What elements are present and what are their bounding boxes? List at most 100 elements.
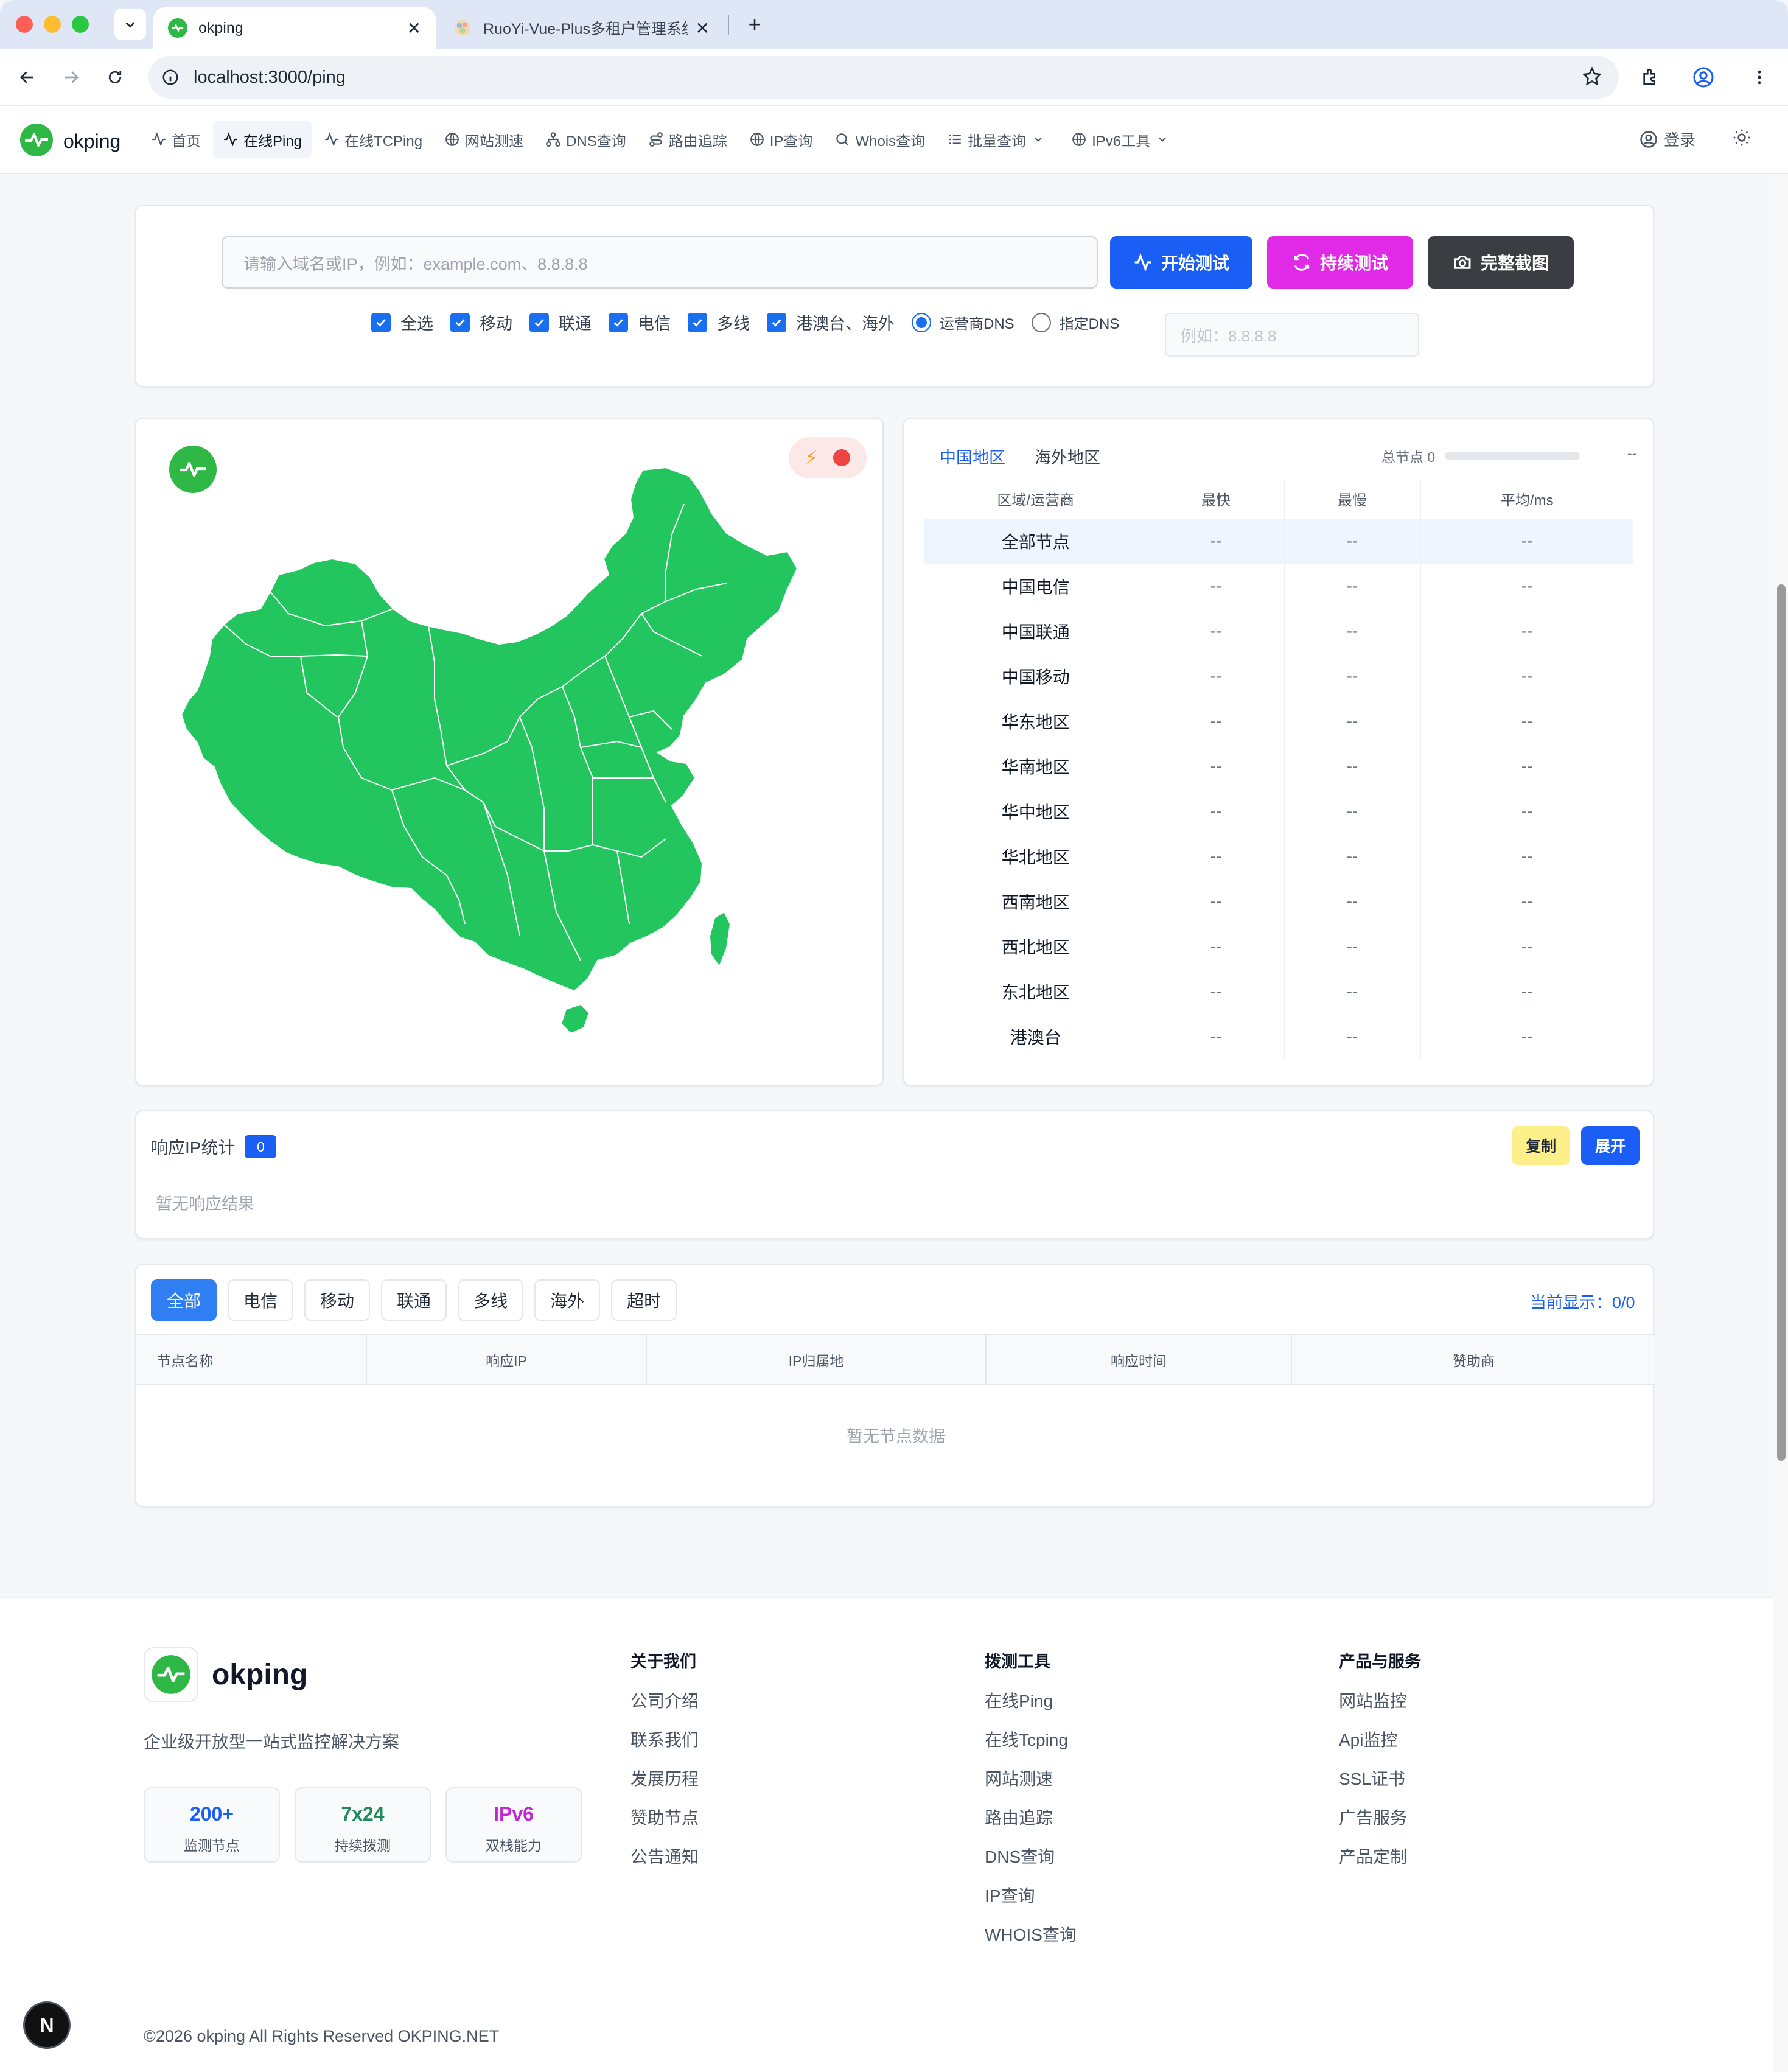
response-ip-title: 响应IP统计 0: [151, 1135, 277, 1159]
filter-timeout[interactable]: 超时: [611, 1279, 677, 1321]
filter-all[interactable]: 全部: [151, 1279, 217, 1321]
new-tab-button[interactable]: +: [739, 9, 770, 40]
footer-link[interactable]: 联系我们: [630, 1728, 699, 1767]
filter-multiline[interactable]: 多线: [458, 1279, 524, 1321]
latency-cell: --: [1284, 969, 1421, 1014]
footer-link[interactable]: 发展历程: [630, 1767, 699, 1806]
reload-button[interactable]: [100, 62, 130, 93]
option-multiline[interactable]: 多线: [688, 310, 750, 334]
browser-menu-button[interactable]: [1744, 62, 1775, 93]
option-telecom[interactable]: 电信: [609, 310, 671, 334]
nav-home[interactable]: 首页: [141, 121, 211, 158]
footer-link[interactable]: 公司介绍: [630, 1689, 699, 1728]
nextjs-dev-badge[interactable]: N: [23, 2001, 71, 2049]
close-tab-icon[interactable]: ✕: [407, 18, 421, 38]
filter-telecom[interactable]: 电信: [228, 1279, 294, 1321]
footer-link[interactable]: 在线Tcping: [985, 1728, 1077, 1767]
latency-cell: --: [1521, 621, 1533, 640]
check-icon: [371, 312, 391, 332]
stat-ipv6: IPv6 双栈能力: [445, 1787, 582, 1863]
tab-search-button[interactable]: [114, 9, 146, 40]
filter-overseas[interactable]: 海外: [534, 1279, 601, 1321]
theme-toggle-button[interactable]: [1732, 128, 1751, 150]
start-test-button[interactable]: 开始测试: [1110, 236, 1252, 289]
region-row: 华北地区 -- -- --: [924, 834, 1633, 879]
latency-cell: --: [1148, 654, 1285, 699]
footer-brand[interactable]: okping: [144, 1647, 307, 1702]
close-window-button[interactable]: [16, 16, 33, 33]
total-value: --: [1627, 446, 1637, 461]
expand-button[interactable]: 展开: [1581, 1126, 1640, 1165]
nav-dns[interactable]: DNS查询: [536, 121, 636, 158]
globe-icon: [750, 133, 764, 146]
latency-cell: --: [1521, 892, 1533, 911]
brand-link[interactable]: okping: [19, 123, 120, 160]
profile-button[interactable]: [1688, 62, 1719, 93]
screenshot-button[interactable]: 完整截图: [1428, 236, 1574, 289]
bookmark-star-icon[interactable]: [1581, 66, 1603, 91]
forward-button[interactable]: [56, 62, 86, 93]
option-mobile[interactable]: 移动: [450, 310, 512, 334]
footer-link[interactable]: 广告服务: [1339, 1806, 1421, 1845]
footer-link[interactable]: SSL证书: [1339, 1767, 1421, 1806]
region-name-cell: 华北地区: [924, 834, 1148, 879]
footer-link[interactable]: WHOIS查询: [985, 1923, 1077, 1962]
footer-link[interactable]: DNS查询: [985, 1845, 1077, 1884]
filter-mobile[interactable]: 移动: [304, 1279, 371, 1321]
footer-link[interactable]: 在线Ping: [985, 1689, 1077, 1728]
region-row: 东北地区 -- -- --: [924, 969, 1633, 1014]
nav-tcping[interactable]: 在线TCPing: [314, 121, 432, 158]
footer-link[interactable]: Api监控: [1339, 1728, 1421, 1767]
footer-link[interactable]: IP查询: [985, 1884, 1077, 1923]
nav-speedtest[interactable]: 网站测速: [435, 121, 533, 158]
sun-icon: [1733, 129, 1750, 146]
user-circle-icon: [1640, 130, 1657, 148]
option-select-all[interactable]: 全选: [371, 310, 433, 334]
latency-cell: --: [1284, 789, 1421, 834]
nav-batch[interactable]: 批量查询: [937, 121, 1059, 158]
close-tab-icon[interactable]: ✕: [696, 18, 710, 38]
footer-link[interactable]: 产品定制: [1339, 1845, 1421, 1884]
nav-whois[interactable]: Whois查询: [825, 121, 935, 158]
continuous-test-button[interactable]: 持续测试: [1267, 236, 1413, 289]
latency-cell: --: [1148, 834, 1285, 879]
option-unicom[interactable]: 联通: [529, 310, 592, 334]
tab-china[interactable]: 中国地区: [940, 444, 1005, 468]
nav-ping[interactable]: 在线Ping: [213, 121, 312, 158]
login-link[interactable]: 登录: [1640, 128, 1695, 150]
footer-link[interactable]: 赞助节点: [630, 1806, 699, 1845]
copy-button[interactable]: 复制: [1512, 1126, 1570, 1165]
tab-overseas[interactable]: 海外地区: [1035, 444, 1100, 468]
region-name-cell: 东北地区: [924, 969, 1148, 1014]
footer-link[interactable]: 网站测速: [985, 1767, 1077, 1806]
check-icon: [767, 312, 786, 332]
region-name-cell: 西南地区: [924, 879, 1148, 924]
nav-ip[interactable]: IP查询: [739, 121, 823, 158]
browser-tab-ruoyi[interactable]: RuoYi-Vue-Plus多租户管理系统 ✕: [438, 7, 724, 49]
nav-traceroute[interactable]: 路由追踪: [638, 121, 737, 158]
camera-icon: [1454, 256, 1471, 269]
maximize-window-button[interactable]: [72, 16, 89, 33]
custom-dns-input[interactable]: 例如：8.8.8.8: [1165, 313, 1419, 357]
nav-ipv6[interactable]: IPv6工具: [1061, 121, 1183, 158]
count-badge: 0: [245, 1135, 277, 1158]
footer-link[interactable]: 路由追踪: [985, 1806, 1077, 1845]
minimize-window-button[interactable]: [44, 16, 61, 33]
radio-operator-dns[interactable]: 运营商DNS: [912, 312, 1014, 333]
browser-tab-okping[interactable]: okping ✕: [153, 7, 436, 49]
extensions-button[interactable]: [1636, 62, 1666, 93]
footer-col-about: 关于我们 公司介绍 联系我们 发展历程 赞助节点 公告通知: [630, 1648, 699, 1884]
radio-custom-dns[interactable]: 指定DNS: [1031, 312, 1119, 333]
scrollbar-thumb[interactable]: [1777, 584, 1786, 1461]
url-text: localhost:3000/ping: [194, 67, 346, 87]
site-info-icon[interactable]: [159, 66, 181, 88]
region-tabs: 中国地区 海外地区: [940, 444, 1100, 468]
target-input[interactable]: 请输入域名或IP，例如：example.com、8.8.8.8: [222, 236, 1098, 289]
option-overseas[interactable]: 港澳台、海外: [767, 310, 895, 334]
footer-link[interactable]: 公告通知: [630, 1845, 699, 1884]
footer-link[interactable]: 网站监控: [1339, 1689, 1421, 1728]
region-row: 全部节点 -- -- --: [924, 519, 1633, 564]
back-button[interactable]: [12, 62, 43, 93]
filter-unicom[interactable]: 联通: [381, 1279, 447, 1321]
url-bar[interactable]: localhost:3000/ping: [148, 56, 1619, 99]
